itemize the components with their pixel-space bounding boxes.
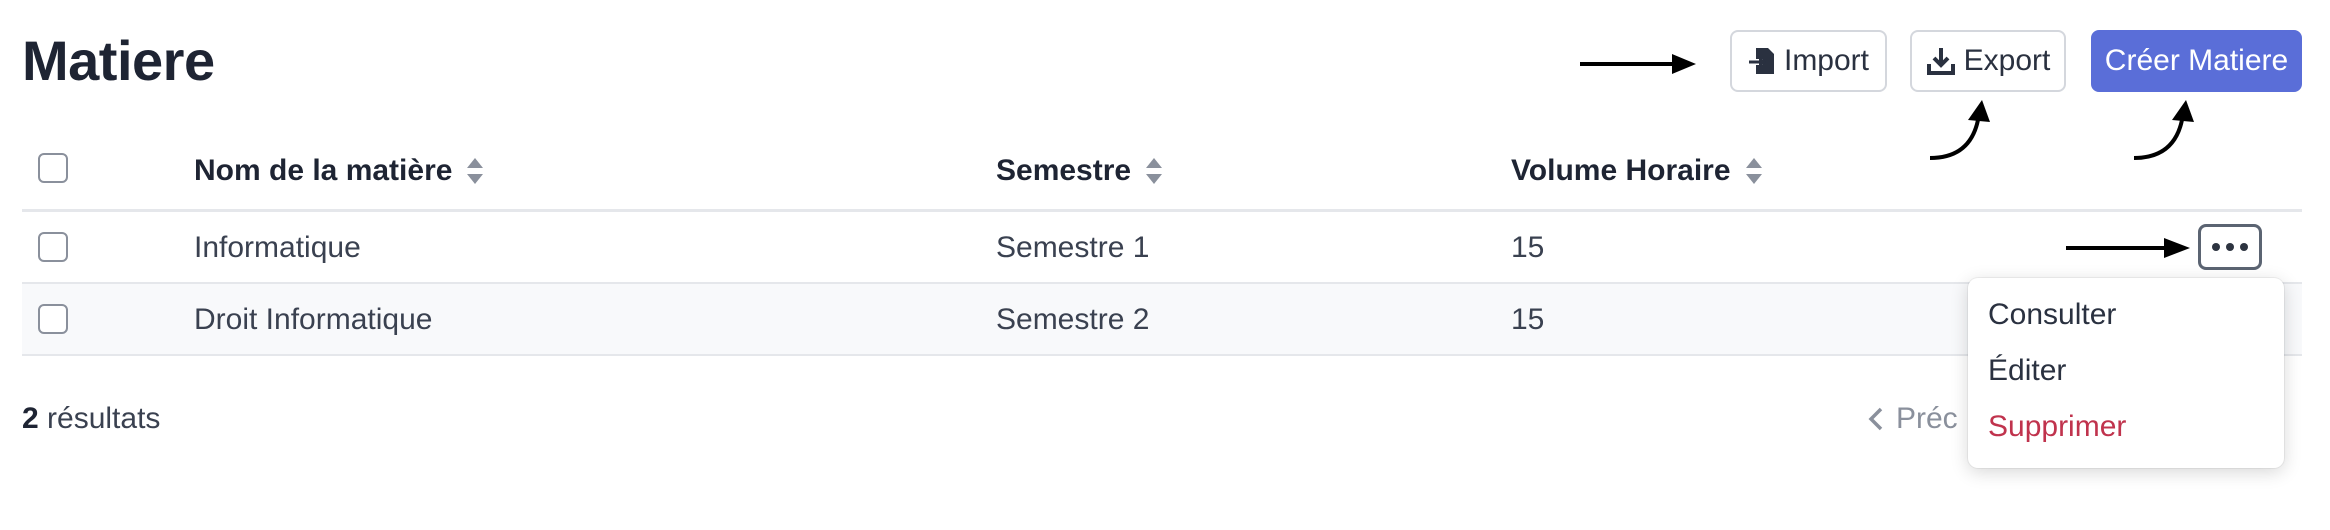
column-header-hours[interactable]: Volume Horaire bbox=[1511, 154, 1763, 188]
column-header-semester[interactable]: Semestre bbox=[996, 154, 1163, 188]
matieres-table: Nom de la matière Semestre Volume Horair… bbox=[22, 132, 2302, 356]
file-import-icon bbox=[1748, 48, 1774, 74]
arrow-annotation-row-actions bbox=[2066, 238, 2190, 258]
chevron-left-icon bbox=[1868, 407, 1883, 431]
table-row[interactable]: Informatique Semestre 1 15 bbox=[22, 212, 2302, 284]
row-checkbox[interactable] bbox=[38, 304, 68, 334]
column-header-name[interactable]: Nom de la matière bbox=[194, 154, 484, 188]
row-actions-menu: Consulter Éditer Supprimer bbox=[1968, 278, 2284, 468]
sort-icon bbox=[467, 158, 484, 184]
arrow-annotation-import bbox=[1580, 54, 1696, 74]
more-dots-icon bbox=[2212, 243, 2220, 251]
menu-item-editer[interactable]: Éditer bbox=[1988, 354, 2066, 388]
results-label: résultats bbox=[47, 402, 161, 435]
cell-hours: 15 bbox=[1511, 303, 1545, 336]
pagination-previous[interactable]: Préc bbox=[1868, 402, 1958, 436]
sort-icon bbox=[1146, 158, 1163, 184]
menu-item-supprimer[interactable]: Supprimer bbox=[1988, 410, 2126, 444]
import-button[interactable]: Import bbox=[1730, 30, 1887, 92]
select-all-checkbox[interactable] bbox=[38, 153, 68, 183]
cell-name: Droit Informatique bbox=[194, 303, 433, 336]
table-header: Nom de la matière Semestre Volume Horair… bbox=[22, 132, 2302, 212]
export-label: Export bbox=[1963, 44, 2051, 77]
create-matiere-label: Créer Matiere bbox=[2104, 44, 2289, 77]
previous-label: Préc bbox=[1896, 402, 1958, 435]
sort-icon bbox=[1745, 158, 1762, 184]
import-label: Import bbox=[1783, 44, 1870, 77]
menu-item-consulter[interactable]: Consulter bbox=[1988, 298, 2116, 332]
page-title: Matiere bbox=[22, 29, 215, 92]
cell-semester: Semestre 1 bbox=[996, 231, 1150, 264]
cell-name: Informatique bbox=[194, 231, 361, 264]
table-row[interactable]: Droit Informatique Semestre 2 15 bbox=[22, 284, 2302, 356]
results-number: 2 bbox=[22, 402, 39, 435]
results-count: 2 résultats bbox=[22, 402, 160, 436]
row-checkbox[interactable] bbox=[38, 232, 68, 262]
download-icon bbox=[1926, 48, 1955, 75]
cell-hours: 15 bbox=[1511, 231, 1545, 264]
create-matiere-button[interactable]: Créer Matiere bbox=[2091, 30, 2302, 92]
export-button[interactable]: Export bbox=[1910, 30, 2066, 92]
cell-semester: Semestre 2 bbox=[996, 303, 1150, 336]
row-actions-button[interactable] bbox=[2198, 224, 2262, 270]
